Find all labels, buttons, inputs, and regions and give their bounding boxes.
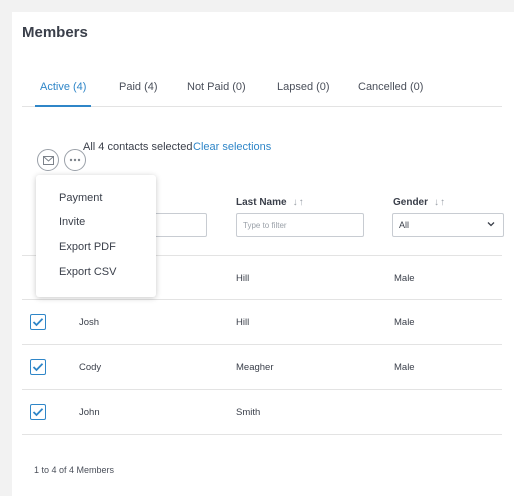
gender-cell: Male [394,362,415,373]
gender-header: Gender ↓↑ [393,197,446,208]
row-checkbox[interactable] [30,404,46,420]
email-button[interactable] [37,149,59,171]
first-name-cell: Josh [79,317,100,328]
table-row[interactable]: Cody Meagher Male [22,345,502,390]
first-name-cell: John [79,407,100,418]
menu-item-export-pdf[interactable]: Export PDF [59,241,116,253]
row-checkbox[interactable] [30,314,46,330]
tab-lapsed[interactable]: Lapsed (0) [277,81,330,93]
sort-arrows-icon[interactable]: ↓↑ [434,197,446,208]
envelope-icon [42,155,54,165]
gender-cell: Male [394,273,415,284]
menu-item-invite[interactable]: Invite [59,216,85,228]
page-title: Members [22,24,88,41]
last-name-header: Last Name ↓↑ [236,197,305,208]
menu-item-export-csv[interactable]: Export CSV [59,266,116,278]
active-tab-indicator [35,105,91,107]
table-row[interactable]: Josh Hill Male [22,300,502,345]
gender-header-label: Gender [393,197,429,208]
last-name-cell: Hill [236,273,250,284]
checkmark-icon [32,408,44,417]
last-name-header-label: Last Name [236,197,287,208]
tab-active[interactable]: Active (4) [40,81,86,93]
gender-filter-value: All [399,220,410,230]
pagination-summary: 1 to 4 of 4 Members [34,465,115,475]
sort-arrows-icon[interactable]: ↓↑ [293,197,305,208]
last-name-filter-input[interactable] [236,213,364,237]
row-checkbox[interactable] [30,359,46,375]
selection-count: All 4 contacts selected [83,141,193,153]
actions-dropdown-menu: Payment Invite Export PDF Export CSV [36,175,156,297]
gender-filter-select[interactable]: All [392,213,504,237]
tab-not-paid[interactable]: Not Paid (0) [187,81,246,93]
last-name-cell: Smith [236,407,261,418]
tab-cancelled[interactable]: Cancelled (0) [358,81,423,93]
tab-bar: Active (4) Paid (4) Not Paid (0) Lapsed … [22,80,502,107]
checkmark-icon [32,363,44,372]
last-name-cell: Hill [236,317,250,328]
first-name-cell: Cody [79,362,102,373]
checkmark-icon [32,318,44,327]
more-dots-icon [69,158,81,162]
gender-cell: Male [394,317,415,328]
clear-selections-link[interactable]: Clear selections [193,141,271,153]
tab-paid[interactable]: Paid (4) [119,81,158,93]
chevron-down-icon [487,222,495,227]
table-row[interactable]: John Smith [22,390,502,435]
last-name-cell: Meagher [236,362,274,373]
menu-item-payment[interactable]: Payment [59,192,102,204]
